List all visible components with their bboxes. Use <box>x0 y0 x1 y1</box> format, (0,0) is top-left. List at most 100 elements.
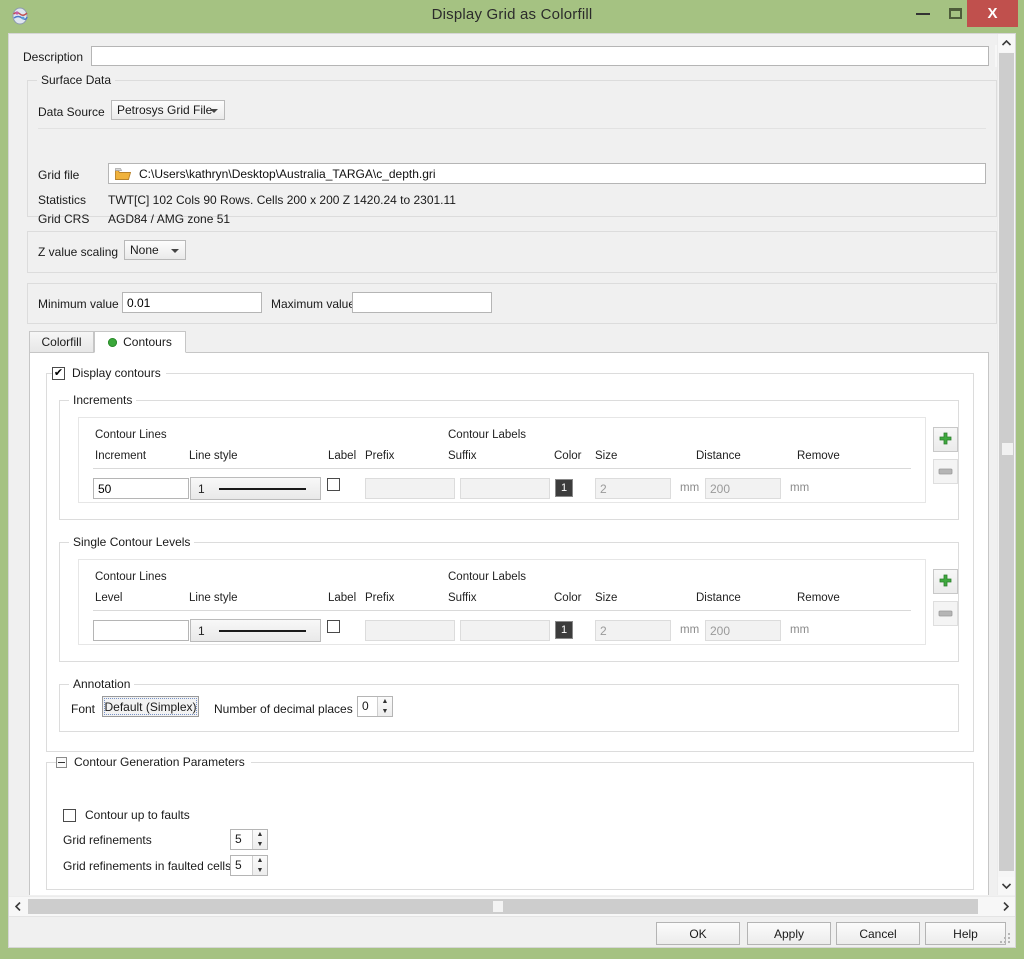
dialog-client-area: Description Surface Data Data Source Pet… <box>8 33 1016 948</box>
grid-refinements-faulted-stepper-buttons[interactable]: ▲ ▼ <box>252 856 267 875</box>
grid-refinements-faulted-value: 5 <box>235 858 242 872</box>
grid-file-input[interactable]: C:\Users\kathryn\Desktop\Australia_TARGA… <box>108 163 986 184</box>
level-distance-unit: mm <box>790 624 810 636</box>
level-distance-input[interactable] <box>705 620 781 641</box>
level-value-input[interactable] <box>93 620 189 641</box>
grid-refinements-faulted-stepper[interactable]: 5 ▲ ▼ <box>230 855 268 876</box>
stepper-down-icon[interactable]: ▼ <box>378 707 392 717</box>
level-line-style-dropdown[interactable]: 1 <box>190 619 321 642</box>
statistics-label: Statistics <box>38 193 87 207</box>
minimize-icon <box>916 12 930 15</box>
minimum-value-input[interactable] <box>122 292 262 313</box>
col-remove: Remove <box>797 450 840 462</box>
increment-prefix-input[interactable] <box>365 478 455 499</box>
grid-refinements-stepper[interactable]: 5 ▲ ▼ <box>230 829 268 850</box>
font-button[interactable]: Default (Simplex) <box>102 696 199 717</box>
folder-open-icon[interactable] <box>115 167 132 181</box>
grid-file-path-value: C:\Users\kathryn\Desktop\Australia_TARGA… <box>139 167 436 181</box>
description-input[interactable] <box>91 46 989 66</box>
form-scroll-area: Description Surface Data Data Source Pet… <box>9 34 1015 895</box>
increment-distance-unit: mm <box>790 482 810 494</box>
minus-icon <box>938 610 953 617</box>
contour-generation-header[interactable]: Contour Generation Parameters <box>56 755 251 769</box>
stepper-up-icon[interactable]: ▲ <box>253 856 267 866</box>
stepper-up-icon[interactable]: ▲ <box>253 830 267 840</box>
surface-data-group: Surface Data Data Source Petrosys Grid F… <box>27 73 997 226</box>
scroll-left-button[interactable] <box>9 897 27 916</box>
ok-button[interactable]: OK <box>656 922 740 945</box>
collapse-toggle-icon[interactable] <box>56 756 67 768</box>
checkbox-checked-icon: ✔ <box>52 366 65 380</box>
minimize-button[interactable] <box>908 0 938 27</box>
scroll-up-button[interactable] <box>998 34 1015 52</box>
stepper-down-icon[interactable]: ▼ <box>253 840 267 850</box>
increment-color-swatch-text: 1 <box>560 482 568 494</box>
grid-refinements-value: 5 <box>235 832 242 846</box>
stepper-down-icon[interactable]: ▼ <box>253 866 267 876</box>
tab-colorfill[interactable]: Colorfill <box>29 331 94 353</box>
line-style-preview-icon <box>218 629 306 632</box>
increments-contour-lines-header: Contour Lines <box>95 429 167 441</box>
z-value-scaling-dropdown[interactable]: None <box>124 240 186 260</box>
level-label-checkbox[interactable] <box>327 620 340 633</box>
maximum-value-label: Maximum value <box>271 297 356 311</box>
level-prefix-input[interactable] <box>365 620 455 641</box>
line-style-number: 1 <box>198 623 205 638</box>
col-suffix: Suffix <box>448 450 477 462</box>
level-size-input[interactable] <box>595 620 671 641</box>
col-line-style: Line style <box>189 450 238 462</box>
level-suffix-input[interactable] <box>460 620 550 641</box>
cancel-button[interactable]: Cancel <box>836 922 920 945</box>
z-value-scaling-group: Z value scaling None <box>27 231 997 273</box>
col-prefix: Prefix <box>365 592 395 604</box>
plus-icon <box>939 574 952 587</box>
plus-icon <box>939 432 952 445</box>
font-label: Font <box>71 702 96 716</box>
increments-table: Contour Lines Contour Labels Increment L… <box>78 417 926 503</box>
stepper-up-icon[interactable]: ▲ <box>378 697 392 707</box>
col-color: Color <box>554 450 582 462</box>
decimal-places-stepper-buttons[interactable]: ▲ ▼ <box>377 697 392 716</box>
help-button[interactable]: Help <box>925 922 1006 945</box>
vertical-scrollbar[interactable] <box>997 34 1015 895</box>
apply-button[interactable]: Apply <box>747 922 831 945</box>
close-button[interactable]: X <box>967 0 1018 27</box>
col-distance: Distance <box>696 450 741 462</box>
z-value-scaling-label: Z value scaling <box>38 245 119 259</box>
single-levels-remove-row-button[interactable] <box>933 601 958 626</box>
col-color: Color <box>554 592 582 604</box>
increment-suffix-input[interactable] <box>460 478 550 499</box>
maximize-button[interactable] <box>940 0 970 27</box>
horizontal-scrollbar-thumb[interactable] <box>28 899 978 914</box>
vertical-scrollbar-thumb[interactable] <box>999 53 1014 871</box>
contour-generation-parameters-group: Contour Generation Parameters Contour up… <box>46 755 974 890</box>
increment-distance-input[interactable] <box>705 478 781 499</box>
description-label: Description <box>23 50 84 64</box>
level-color-swatch[interactable]: 1 <box>555 621 573 639</box>
resize-grip-icon[interactable] <box>1000 933 1012 945</box>
horizontal-scrollbar[interactable] <box>9 896 1015 916</box>
increments-remove-row-button[interactable] <box>933 459 958 484</box>
data-source-dropdown[interactable]: Petrosys Grid File <box>111 100 225 120</box>
title-bar: Display Grid as Colorfill X <box>0 0 1024 33</box>
increment-value-input[interactable] <box>93 478 189 499</box>
surface-separator <box>38 128 986 129</box>
increment-line-style-dropdown[interactable]: 1 <box>190 477 321 500</box>
single-contour-labels-header: Contour Labels <box>448 571 526 583</box>
display-contours-checkbox[interactable]: ✔ Display contours <box>52 366 166 380</box>
scroll-down-button[interactable] <box>998 877 1015 895</box>
maximum-value-input[interactable] <box>352 292 492 313</box>
col-prefix: Prefix <box>365 450 395 462</box>
col-label: Label <box>328 450 357 462</box>
increment-label-checkbox[interactable] <box>327 478 340 491</box>
single-levels-add-row-button[interactable] <box>933 569 958 594</box>
single-contour-lines-header: Contour Lines <box>95 571 167 583</box>
contour-up-to-faults-checkbox[interactable]: Contour up to faults <box>63 808 190 822</box>
increments-add-row-button[interactable] <box>933 427 958 452</box>
increment-size-input[interactable] <box>595 478 671 499</box>
tab-contours[interactable]: Contours <box>94 331 186 353</box>
decimal-places-stepper[interactable]: 0 ▲ ▼ <box>357 696 393 717</box>
scroll-right-button[interactable] <box>997 897 1015 916</box>
increment-color-swatch[interactable]: 1 <box>555 479 573 497</box>
grid-refinements-stepper-buttons[interactable]: ▲ ▼ <box>252 830 267 849</box>
